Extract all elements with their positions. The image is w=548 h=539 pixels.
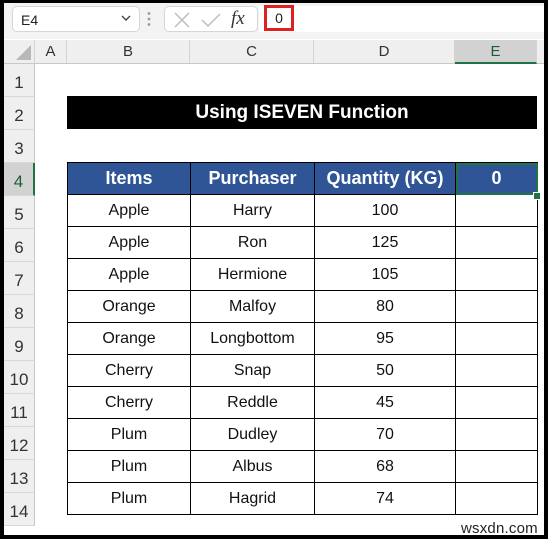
cell-result[interactable] — [455, 354, 538, 387]
row-header-7[interactable]: 7 — [4, 262, 35, 295]
cell-result[interactable] — [455, 194, 538, 227]
cell-quantity[interactable]: 105 — [314, 258, 456, 291]
formula-value-highlight[interactable]: 0 — [264, 5, 294, 31]
table-header-row: Items Purchaser Quantity (KG) 0 — [67, 162, 538, 195]
row-header-4[interactable]: 4 — [4, 163, 35, 196]
cell-quantity[interactable]: 95 — [314, 322, 456, 355]
formula-bar: E4 fx 0 — [4, 3, 544, 39]
header-purchaser[interactable]: Purchaser — [190, 162, 315, 195]
name-box-value: E4 — [21, 12, 39, 28]
check-icon[interactable] — [201, 11, 221, 29]
cell-item[interactable]: Cherry — [67, 386, 191, 419]
cell-result[interactable] — [455, 258, 538, 291]
insert-function-icon[interactable]: fx — [231, 8, 245, 30]
header-items[interactable]: Items — [67, 162, 191, 195]
cell-item[interactable]: Orange — [67, 322, 191, 355]
cell-item[interactable]: Apple — [67, 226, 191, 259]
row-header-8[interactable]: 8 — [4, 295, 35, 328]
select-all-button[interactable] — [4, 40, 35, 64]
sheet-title[interactable]: Using ISEVEN Function — [67, 96, 537, 129]
table-row: Plum Dudley 70 — [67, 418, 538, 451]
formula-buttons: fx — [164, 6, 258, 32]
row-header-12[interactable]: 12 — [4, 427, 35, 460]
cell-quantity[interactable]: 80 — [314, 290, 456, 323]
cell-purchaser[interactable]: Harry — [190, 194, 315, 227]
column-header-e[interactable]: E — [455, 40, 537, 64]
table-row: Apple Harry 100 — [67, 194, 538, 227]
cell-quantity[interactable]: 100 — [314, 194, 456, 227]
watermark: wsxdn.com — [461, 520, 538, 535]
table-row: Orange Longbottom 95 — [67, 322, 538, 355]
cell-result[interactable] — [455, 482, 538, 515]
cell-result[interactable] — [455, 290, 538, 323]
table-row: Plum Hagrid 74 — [67, 482, 538, 515]
cell-purchaser[interactable]: Snap — [190, 354, 315, 387]
row-header-13[interactable]: 13 — [4, 460, 35, 493]
table-row: Cherry Reddle 45 — [67, 386, 538, 419]
row-header-5[interactable]: 5 — [4, 196, 35, 229]
cell-quantity[interactable]: 45 — [314, 386, 456, 419]
table-row: Plum Albus 68 — [67, 450, 538, 483]
cell-quantity[interactable]: 70 — [314, 418, 456, 451]
cell-purchaser[interactable]: Longbottom — [190, 322, 315, 355]
column-header-b[interactable]: B — [67, 40, 190, 63]
cell-result[interactable] — [455, 418, 538, 451]
cell-purchaser[interactable]: Hagrid — [190, 482, 315, 515]
cell-quantity[interactable]: 50 — [314, 354, 456, 387]
cell-result[interactable] — [455, 450, 538, 483]
row-header-6[interactable]: 6 — [4, 229, 35, 262]
cell-purchaser[interactable]: Reddle — [190, 386, 315, 419]
row-header-10[interactable]: 10 — [4, 361, 35, 394]
select-all-triangle-icon — [16, 45, 31, 60]
cell-item[interactable]: Plum — [67, 482, 191, 515]
cell-purchaser[interactable]: Dudley — [190, 418, 315, 451]
active-cell-e4[interactable]: 0 — [455, 162, 538, 195]
chevron-down-icon[interactable] — [119, 11, 133, 25]
row-header-11[interactable]: 11 — [4, 394, 35, 427]
cell-item[interactable]: Plum — [67, 450, 191, 483]
column-headers: A B C D E — [35, 40, 544, 64]
table-row: Orange Malfoy 80 — [67, 290, 538, 323]
column-header-a[interactable]: A — [35, 40, 67, 63]
table-row: Cherry Snap 50 — [67, 354, 538, 387]
row-header-2[interactable]: 2 — [4, 97, 35, 130]
excel-window: E4 fx 0 A B C D E 1 2 3 4 5 6 7 8 9 10 11 12 13 14 Us… — [4, 3, 544, 535]
cell-result[interactable] — [455, 226, 538, 259]
header-quantity[interactable]: Quantity (KG) — [314, 162, 456, 195]
cell-item[interactable]: Plum — [67, 418, 191, 451]
cell-quantity[interactable]: 125 — [314, 226, 456, 259]
row-header-9[interactable]: 9 — [4, 328, 35, 361]
row-header-3[interactable]: 3 — [4, 130, 35, 163]
cell-item[interactable]: Apple — [67, 258, 191, 291]
cell-purchaser[interactable]: Malfoy — [190, 290, 315, 323]
data-table: Items Purchaser Quantity (KG) 0 Apple Har… — [67, 162, 538, 515]
column-header-c[interactable]: C — [190, 40, 314, 63]
cell-item[interactable]: Apple — [67, 194, 191, 227]
cell-purchaser[interactable]: Hermione — [190, 258, 315, 291]
more-options-icon[interactable] — [147, 11, 151, 27]
cell-purchaser[interactable]: Albus — [190, 450, 315, 483]
table-row: Apple Ron 125 — [67, 226, 538, 259]
cell-purchaser[interactable]: Ron — [190, 226, 315, 259]
fill-handle[interactable] — [533, 192, 541, 200]
name-box[interactable]: E4 — [12, 6, 140, 32]
column-header-d[interactable]: D — [314, 40, 455, 63]
formula-input[interactable] — [259, 6, 544, 32]
row-header-1[interactable]: 1 — [4, 64, 35, 97]
cell-result[interactable] — [455, 386, 538, 419]
cell-quantity[interactable]: 68 — [314, 450, 456, 483]
cell-result[interactable] — [455, 322, 538, 355]
x-icon[interactable] — [173, 11, 191, 29]
row-header-14[interactable]: 14 — [4, 493, 35, 526]
cell-item[interactable]: Orange — [67, 290, 191, 323]
cell-item[interactable]: Cherry — [67, 354, 191, 387]
table-row: Apple Hermione 105 — [67, 258, 538, 291]
cell-quantity[interactable]: 74 — [314, 482, 456, 515]
